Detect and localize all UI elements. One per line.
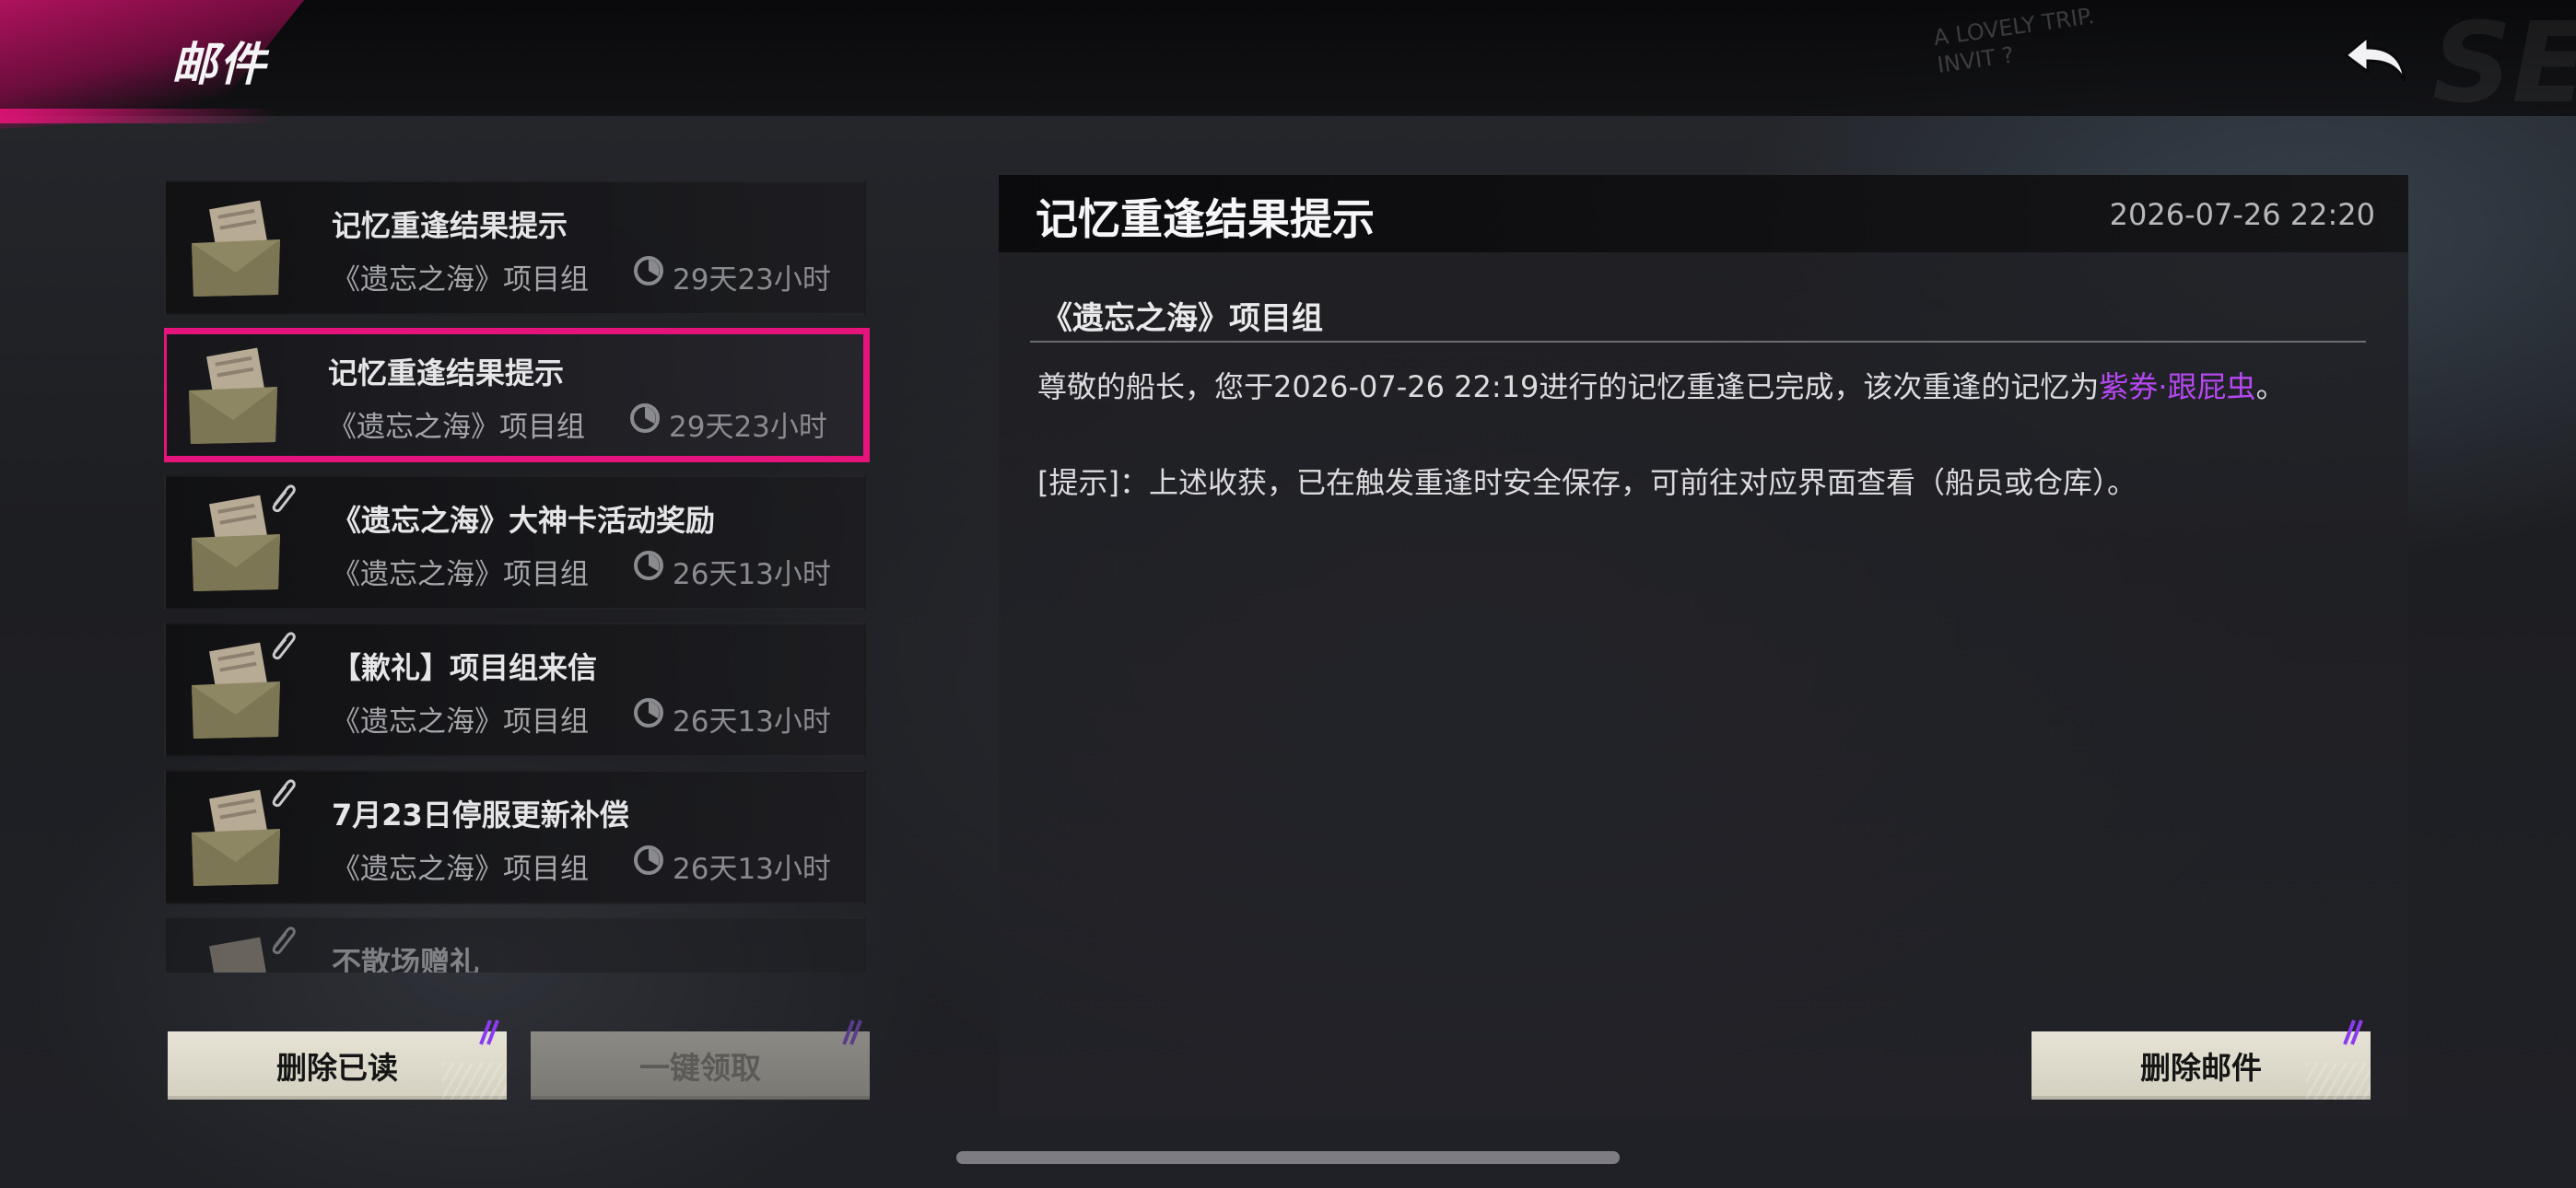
accent-slash-icon bbox=[479, 1019, 499, 1045]
paperclip-icon bbox=[272, 484, 296, 513]
reward-highlight: 紫券·跟屁虫 bbox=[2099, 369, 2256, 404]
mail-title: 《遗忘之海》大神卡活动奖励 bbox=[332, 503, 716, 538]
top-bar bbox=[0, 0, 2576, 116]
paperclip-icon bbox=[272, 779, 296, 808]
delete-mail-label: 删除邮件 bbox=[2140, 1050, 2262, 1086]
paperclip-icon bbox=[272, 632, 296, 660]
mail-title: 记忆重逢结果提示 bbox=[332, 208, 568, 243]
mail-expire: 29天23小时 bbox=[673, 263, 831, 297]
button-texture bbox=[442, 1063, 507, 1100]
mail-expire: 29天23小时 bbox=[669, 411, 827, 444]
detail-date: 2026-07-26 22:20 bbox=[2109, 197, 2375, 232]
claim-all-label: 一键领取 bbox=[639, 1050, 761, 1086]
clock-icon bbox=[634, 551, 663, 580]
corner-logo: SE bbox=[2432, 0, 2576, 128]
mail-title: 不散场赠礼 bbox=[332, 945, 480, 973]
back-arrow-icon bbox=[2343, 33, 2406, 82]
mail-sender: 《遗忘之海》项目组 bbox=[328, 411, 585, 444]
mail-expire: 26天13小时 bbox=[673, 853, 831, 886]
page-title: 邮件 bbox=[171, 38, 267, 91]
body-paragraph-1: 尊敬的船长，您于2026-07-26 22:19进行的记忆重逢已完成，该次重逢的… bbox=[1037, 365, 2383, 409]
back-button[interactable] bbox=[2340, 24, 2414, 98]
clock-icon bbox=[634, 256, 663, 285]
mail-title: 【歉礼】项目组来信 bbox=[332, 650, 598, 685]
home-indicator[interactable] bbox=[956, 1151, 1620, 1164]
body-text-end: 。 bbox=[2255, 369, 2286, 404]
mail-title: 7月23日停服更新补偿 bbox=[332, 798, 629, 833]
detail-header: 记忆重逢结果提示 2026-07-26 22:20 bbox=[999, 175, 2408, 252]
paperclip-icon bbox=[272, 926, 296, 955]
mail-expire: 26天13小时 bbox=[673, 705, 831, 739]
mail-item[interactable]: 《遗忘之海》大神卡活动奖励 《遗忘之海》项目组 26天13小时 bbox=[164, 475, 866, 610]
detail-divider bbox=[1030, 341, 2366, 343]
mail-item-partial[interactable]: 不散场赠礼 bbox=[164, 917, 866, 973]
mail-detail-panel: 记忆重逢结果提示 2026-07-26 22:20 《遗忘之海》项目组 尊敬的船… bbox=[999, 175, 2408, 1114]
button-texture bbox=[2306, 1063, 2371, 1100]
delete-mail-button[interactable]: 删除邮件 bbox=[2032, 1019, 2371, 1100]
delete-read-button[interactable]: 删除已读 bbox=[168, 1019, 507, 1100]
detail-title: 记忆重逢结果提示 bbox=[1036, 194, 1375, 244]
mail-sender: 《遗忘之海》项目组 bbox=[332, 558, 589, 591]
delete-read-label: 删除已读 bbox=[276, 1050, 398, 1086]
clock-icon bbox=[630, 403, 660, 433]
detail-body: 尊敬的船长，您于2026-07-26 22:19进行的记忆重逢已完成，该次重逢的… bbox=[1037, 365, 2383, 556]
body-paragraph-2: [提示]：上述收获，已在触发重逢时安全保存，可前往对应界面查看（船员或仓库）。 bbox=[1037, 465, 2137, 500]
accent-slash-icon bbox=[2343, 1019, 2363, 1045]
header-accent-line bbox=[0, 109, 276, 123]
mail-sender: 《遗忘之海》项目组 bbox=[332, 853, 589, 886]
mail-item[interactable]: 【歉礼】项目组来信 《遗忘之海》项目组 26天13小时 bbox=[164, 623, 866, 757]
envelope-icon bbox=[189, 347, 277, 444]
detail-sender: 《遗忘之海》项目组 bbox=[1041, 300, 1323, 337]
accent-slash-icon bbox=[842, 1019, 862, 1045]
mail-item[interactable]: 记忆重逢结果提示 《遗忘之海》项目组 29天23小时 bbox=[164, 181, 866, 315]
claim-all-button[interactable]: 一键领取 bbox=[531, 1019, 870, 1100]
mail-sender: 《遗忘之海》项目组 bbox=[332, 263, 589, 297]
body-text: 尊敬的船长，您于2026-07-26 22:19进行的记忆重逢已完成，该次重逢的… bbox=[1037, 369, 2100, 404]
mail-expire: 26天13小时 bbox=[673, 558, 831, 591]
mail-list: 记忆重逢结果提示 《遗忘之海》项目组 29天23小时 记忆重逢结果提示 《遗忘之… bbox=[164, 181, 870, 973]
clock-icon bbox=[634, 698, 663, 728]
envelope-icon bbox=[192, 200, 280, 297]
mail-item-selected[interactable]: 记忆重逢结果提示 《遗忘之海》项目组 29天23小时 bbox=[164, 328, 870, 462]
clock-icon bbox=[634, 845, 663, 875]
mail-item[interactable]: 7月23日停服更新补偿 《遗忘之海》项目组 26天13小时 bbox=[164, 770, 866, 904]
mail-screen: 邮件 A LOVELY TRIP. INVIT ? SE 记忆重逢结果提示 《遗… bbox=[0, 0, 2576, 1188]
mail-title: 记忆重逢结果提示 bbox=[328, 355, 565, 390]
mail-sender: 《遗忘之海》项目组 bbox=[332, 705, 589, 739]
